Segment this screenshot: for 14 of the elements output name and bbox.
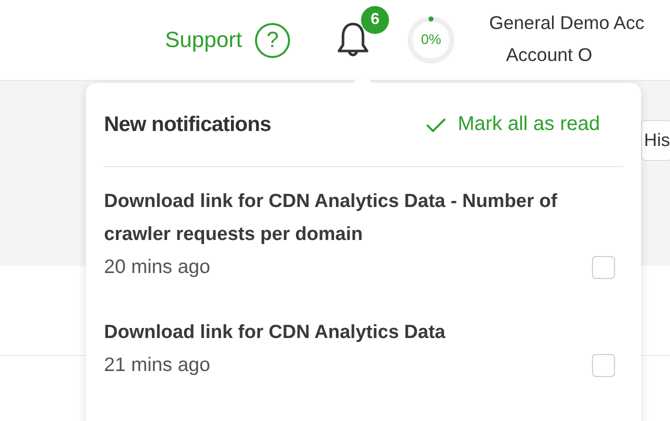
notification-count-badge: 6 (361, 6, 390, 34)
notification-title[interactable]: Download link for CDN Analytics Data - Number of crawler requests per domain (104, 185, 623, 251)
notification-time: 21 mins ago (104, 354, 210, 377)
popover-title: New notifications (104, 112, 272, 136)
bell-icon[interactable] (337, 21, 370, 59)
account-name[interactable]: General Demo Acc (489, 12, 644, 34)
notification-title[interactable]: Download link for CDN Analytics Data (104, 316, 623, 349)
account-subtitle: Account O (506, 44, 592, 66)
read-checkbox[interactable] (592, 354, 615, 377)
notification-time: 20 mins ago (104, 256, 210, 279)
history-button[interactable]: His (641, 120, 670, 161)
checkmark-icon (426, 116, 446, 132)
progress-reading: 0% (420, 31, 442, 47)
read-checkbox[interactable] (592, 256, 615, 279)
